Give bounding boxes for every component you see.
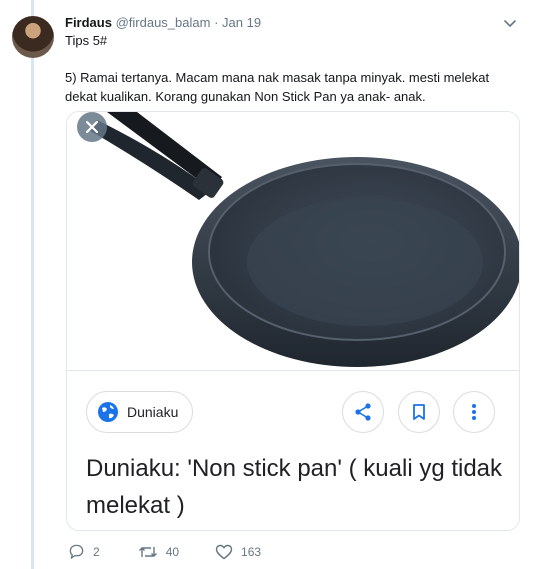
globe-icon xyxy=(98,402,118,422)
like-icon xyxy=(215,544,233,559)
tweet-text: 5) Ramai tertanya. Macam mana nak masak … xyxy=(65,70,490,104)
close-icon[interactable] xyxy=(77,112,107,142)
bookmark-button[interactable] xyxy=(398,391,440,433)
frying-pan-image xyxy=(67,112,519,370)
retweet-icon xyxy=(138,546,157,557)
source-label: Duniaku xyxy=(127,404,179,420)
card-title[interactable]: Duniaku: 'Non stick pan' ( kuali yg tida… xyxy=(86,450,506,524)
retweet-count: 40 xyxy=(165,544,180,559)
thread-line xyxy=(31,0,34,569)
chevron-down-icon[interactable] xyxy=(503,16,517,30)
more-vertical-icon xyxy=(472,404,476,420)
reply-count: 2 xyxy=(93,544,100,559)
tweet-header: Firdaus @firdaus_balam · Jan 19 xyxy=(65,15,261,31)
separator-dot: · xyxy=(214,15,219,30)
more-button[interactable] xyxy=(453,391,495,433)
like-button[interactable]: 163 xyxy=(215,544,261,560)
tweet-date[interactable]: Jan 19 xyxy=(222,15,261,30)
like-count: 163 xyxy=(241,544,262,559)
link-card[interactable]: Duniaku Duniaku: 'Non stick pan' ( kuali… xyxy=(66,111,520,531)
reply-button[interactable]: 2 xyxy=(68,543,100,560)
share-icon xyxy=(355,403,371,421)
tweet-actions: 2 40 163 xyxy=(68,543,261,560)
bookmark-icon xyxy=(413,404,425,420)
retweet-button[interactable]: 40 xyxy=(138,544,179,560)
reply-icon xyxy=(69,544,84,559)
avatar[interactable] xyxy=(12,16,54,58)
author-handle[interactable]: @firdaus_balam xyxy=(116,15,211,30)
share-button[interactable] xyxy=(342,391,384,433)
card-divider xyxy=(67,370,519,371)
author-name[interactable]: Firdaus xyxy=(65,15,112,30)
tweet-subtitle: Tips 5# xyxy=(65,33,108,48)
source-chip[interactable]: Duniaku xyxy=(86,391,194,433)
